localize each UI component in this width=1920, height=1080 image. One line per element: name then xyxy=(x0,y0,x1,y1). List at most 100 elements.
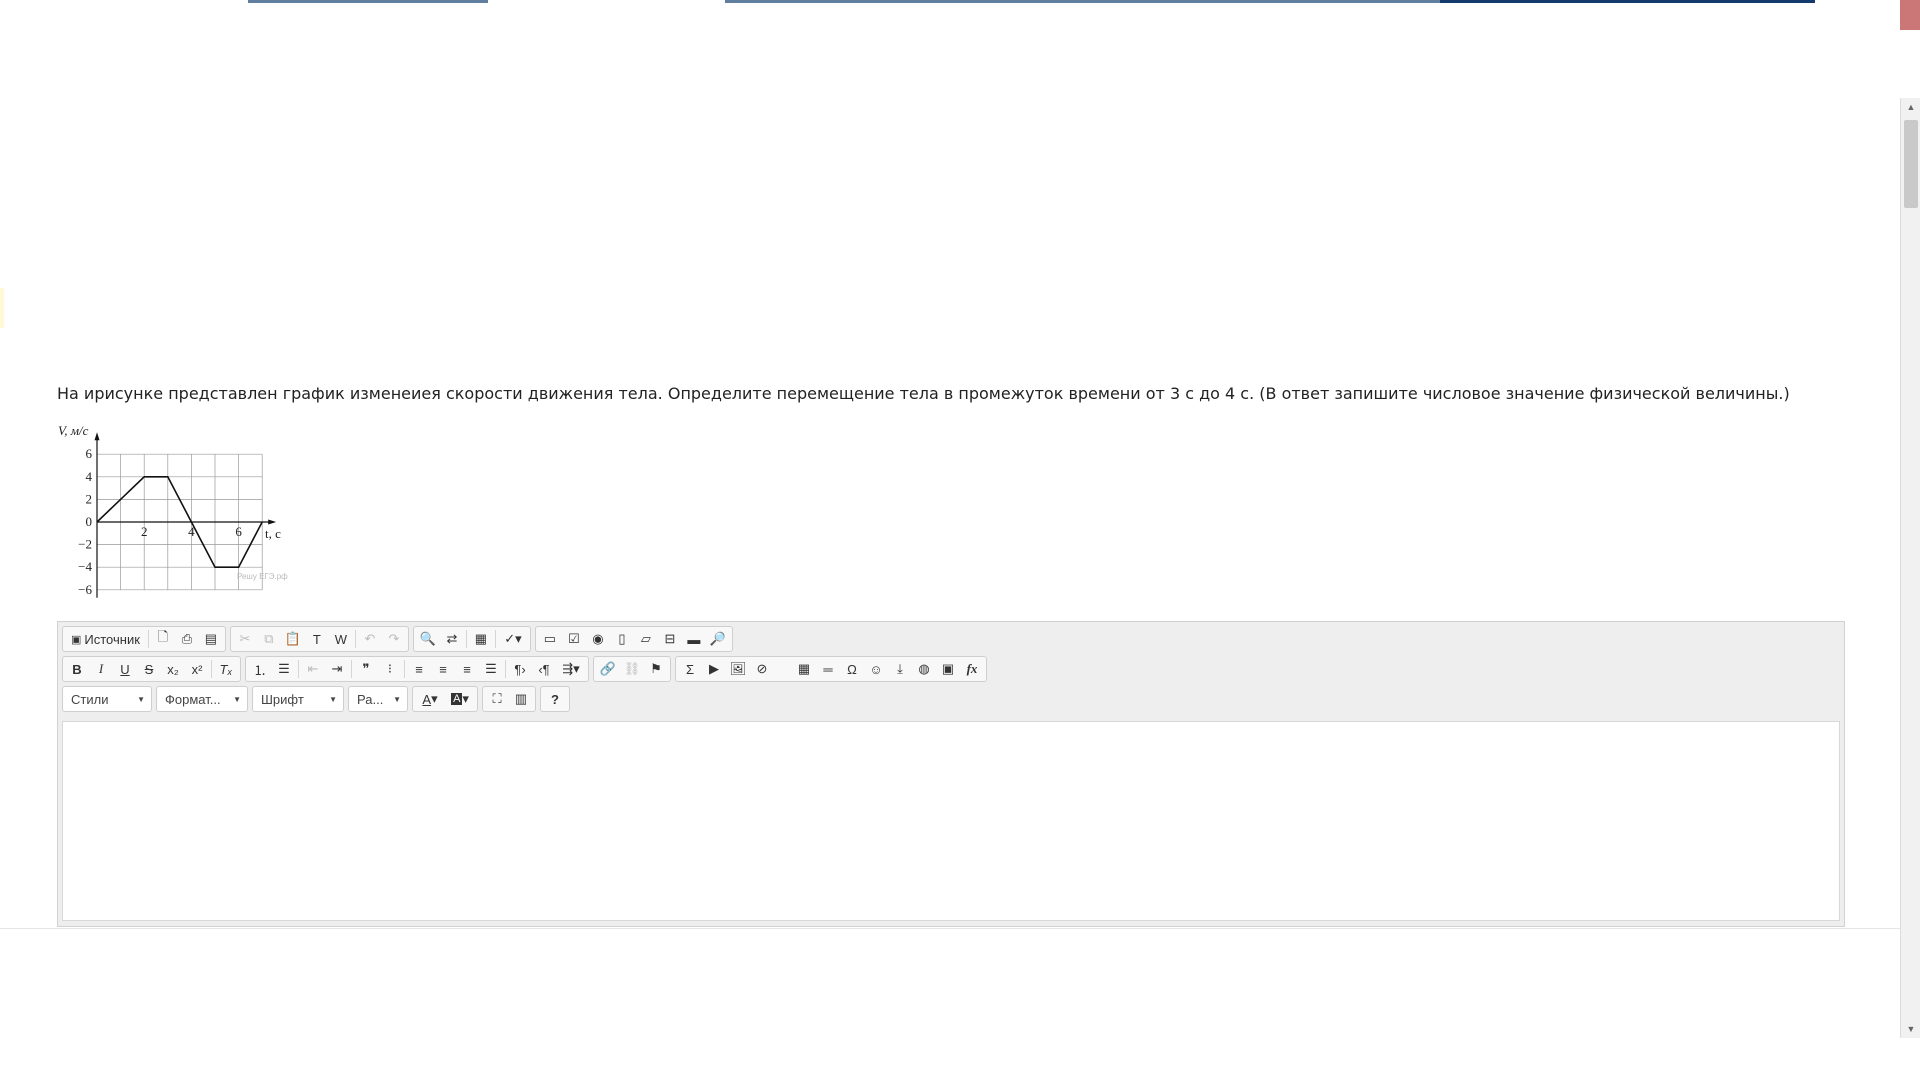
toolbar-row-1: ▣ Источник 🗋 ⎙ ▤ ✂ ⧉ 📋 T W ↶ ↷ 🔍 ⇄ ▦ ✓▾ ▭… xyxy=(62,626,733,652)
x-arrow-icon xyxy=(268,519,277,525)
size-label: Ра... xyxy=(357,691,384,707)
rich-text-editor: ▣ Источник 🗋 ⎙ ▤ ✂ ⧉ 📋 T W ↶ ↷ 🔍 ⇄ ▦ ✓▾ ▭… xyxy=(57,621,1845,927)
blockquote-icon[interactable]: ❞ xyxy=(354,658,378,680)
scroll-down-icon[interactable]: ▼ xyxy=(1901,1020,1920,1038)
templates-icon[interactable]: ▤ xyxy=(199,628,223,650)
show-blocks-icon[interactable]: ▥ xyxy=(509,688,533,710)
y-tick-label: −4 xyxy=(78,559,92,574)
paste-icon[interactable]: 📋 xyxy=(281,628,305,650)
paste-text-icon[interactable]: T xyxy=(305,628,329,650)
top-tab[interactable] xyxy=(965,0,1205,3)
top-tab-active[interactable] xyxy=(1440,0,1815,3)
anchor-flag-icon[interactable]: ⚑ xyxy=(644,658,668,680)
corner-indicator xyxy=(1900,0,1920,30)
watermark: Решу ЕГЭ.рф xyxy=(237,572,288,581)
source-label: Источник xyxy=(84,631,140,647)
strikethrough-icon[interactable]: S xyxy=(137,658,161,680)
browser-top-tabs xyxy=(0,0,1900,4)
superscript-icon[interactable]: x² xyxy=(185,658,209,680)
help-button[interactable]: ? xyxy=(543,688,567,710)
editor-content-area[interactable] xyxy=(62,721,1840,921)
math-formula-icon[interactable]: fx xyxy=(960,658,984,680)
font-dropdown[interactable]: Шрифт ▼ xyxy=(252,686,344,712)
image-button-icon[interactable]: 🔎 xyxy=(706,628,730,650)
replace-icon[interactable]: ⇄ xyxy=(440,628,464,650)
form-icon[interactable]: ▭ xyxy=(538,628,562,650)
smiley-icon[interactable]: ☺ xyxy=(864,658,888,680)
div-container-icon[interactable]: ⁝ xyxy=(378,658,402,680)
redo-icon[interactable]: ↷ xyxy=(382,628,406,650)
horizontal-rule-icon[interactable]: ═ xyxy=(816,658,840,680)
source-icon: ▣ xyxy=(71,633,82,646)
maximize-icon[interactable]: ⛶ xyxy=(485,688,509,710)
top-tab[interactable] xyxy=(248,0,488,3)
page-break-icon[interactable]: ⤓ xyxy=(888,658,912,680)
format-label: Формат... xyxy=(165,691,221,707)
outdent-icon[interactable]: ⇤ xyxy=(301,658,325,680)
table-icon[interactable]: ▦ xyxy=(792,658,816,680)
left-marker xyxy=(0,288,4,328)
paste-word-icon[interactable]: W xyxy=(329,628,353,650)
link-icon[interactable]: 🔗 xyxy=(596,658,620,680)
checkbox-icon[interactable]: ☑ xyxy=(562,628,586,650)
chevron-down-icon: ▼ xyxy=(137,694,145,704)
format-dropdown[interactable]: Формат... ▼ xyxy=(156,686,248,712)
divider xyxy=(0,928,1900,929)
flash-icon[interactable]: ⊘ xyxy=(750,658,774,680)
iframe-icon[interactable]: ◍ xyxy=(912,658,936,680)
radio-icon[interactable]: ◉ xyxy=(586,628,610,650)
cut-icon[interactable]: ✂ xyxy=(233,628,257,650)
unlink-icon[interactable]: ⛓ xyxy=(620,658,644,680)
textfield-icon[interactable]: ▯ xyxy=(610,628,634,650)
bold-icon[interactable]: B xyxy=(65,658,89,680)
media-icon[interactable]: ▶ xyxy=(702,658,726,680)
copy-icon[interactable]: ⧉ xyxy=(257,628,281,650)
x-axis-label: t, c xyxy=(265,526,281,541)
scroll-thumb[interactable] xyxy=(1904,120,1918,208)
rtl-icon[interactable]: ‹¶ xyxy=(532,658,556,680)
ltr-icon[interactable]: ¶› xyxy=(508,658,532,680)
new-page-icon[interactable]: 🗋 xyxy=(151,628,175,650)
bulleted-list-icon[interactable]: ☰ xyxy=(272,658,296,680)
styles-dropdown[interactable]: Стили ▼ xyxy=(62,686,152,712)
align-left-icon[interactable]: ≡ xyxy=(407,658,431,680)
find-icon[interactable]: 🔍 xyxy=(416,628,440,650)
scroll-up-icon[interactable]: ▲ xyxy=(1901,98,1920,116)
toolbar-row-3: Стили ▼ Формат... ▼ Шрифт ▼ Ра... ▼ A ▾ A ▾ ⛶ … xyxy=(62,686,570,712)
align-justify-icon[interactable]: ☰ xyxy=(479,658,503,680)
select-all-icon[interactable]: ▦ xyxy=(469,628,493,650)
sum-formula-icon[interactable]: Σ xyxy=(678,658,702,680)
spellcheck-icon[interactable]: ✓▾ xyxy=(498,628,528,650)
bg-color-icon[interactable]: A ▾ xyxy=(445,688,475,710)
subscript-icon[interactable]: x₂ xyxy=(161,658,185,680)
button-field-icon[interactable]: ▬ xyxy=(682,628,706,650)
top-tab[interactable] xyxy=(1205,0,1440,3)
text-color-icon[interactable]: A ▾ xyxy=(415,688,445,710)
source-button[interactable]: ▣ Источник xyxy=(65,628,146,650)
select-field-icon[interactable]: ⊟ xyxy=(658,628,682,650)
remove-format-icon[interactable]: Tₓ xyxy=(214,658,238,680)
y-axis-label: V, м/с xyxy=(58,423,89,438)
textarea-icon[interactable]: ▱ xyxy=(634,628,658,650)
styles-label: Стили xyxy=(71,691,109,707)
page-scrollbar[interactable]: ▲ ▼ xyxy=(1900,98,1920,1038)
y-tick-label: 6 xyxy=(86,446,93,461)
image-icon[interactable]: 🖼 xyxy=(726,658,750,680)
y-tick-label: 2 xyxy=(86,491,93,506)
undo-icon[interactable]: ↶ xyxy=(358,628,382,650)
align-center-icon[interactable]: ≡ xyxy=(431,658,455,680)
question-text: На ирисунке представлен график изменеиея… xyxy=(57,384,1790,403)
underline-icon[interactable]: U xyxy=(113,658,137,680)
align-right-icon[interactable]: ≡ xyxy=(455,658,479,680)
special-char-icon[interactable]: Ω xyxy=(840,658,864,680)
language-icon[interactable]: ⇶▾ xyxy=(556,658,586,680)
print-icon[interactable]: ⎙ xyxy=(175,628,199,650)
numbered-list-icon[interactable]: ⒈ xyxy=(248,658,272,680)
chevron-down-icon: ▼ xyxy=(329,694,337,704)
image2-icon[interactable]: ▣ xyxy=(936,658,960,680)
indent-icon[interactable]: ⇥ xyxy=(325,658,349,680)
size-dropdown[interactable]: Ра... ▼ xyxy=(348,686,408,712)
italic-icon[interactable]: I xyxy=(89,658,113,680)
top-tab[interactable] xyxy=(725,0,965,3)
y-tick-label: 0 xyxy=(86,514,93,529)
